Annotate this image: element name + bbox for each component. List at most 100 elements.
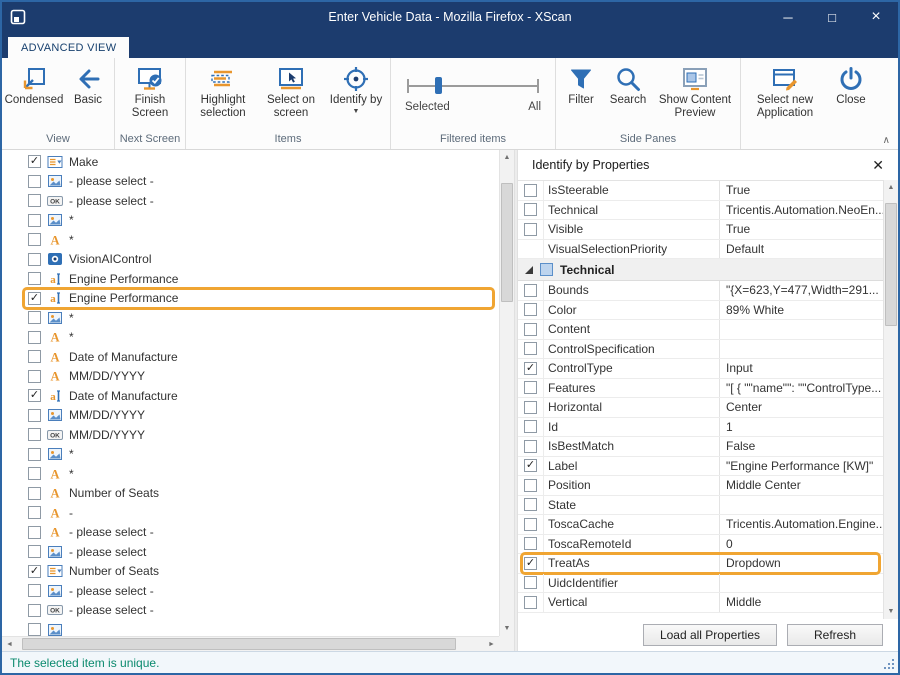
tree-item[interactable]: MM/DD/YYYY <box>2 406 499 426</box>
property-checkbox[interactable]: ✓ <box>524 362 537 375</box>
item-checkbox[interactable] <box>28 175 41 188</box>
tree-item[interactable]: A* <box>2 230 499 250</box>
item-checkbox[interactable] <box>28 331 41 344</box>
property-checkbox[interactable] <box>524 223 537 236</box>
property-value[interactable]: True <box>720 222 883 236</box>
finish-screen-button[interactable]: Finish Screen <box>117 60 183 132</box>
property-group-header[interactable]: Technical <box>518 259 883 281</box>
property-row[interactable]: IsSteerableTrue <box>518 181 883 201</box>
condensed-button[interactable]: Condensed <box>4 60 64 132</box>
property-checkbox[interactable] <box>524 596 537 609</box>
property-checkbox[interactable] <box>524 203 537 216</box>
item-checkbox[interactable]: ✓ <box>28 565 41 578</box>
item-checkbox[interactable] <box>28 584 41 597</box>
property-row[interactable]: ✓Label"Engine Performance [KW]" <box>518 457 883 477</box>
property-value[interactable]: "[ { ""name"": ""ControlType... <box>720 381 883 395</box>
property-row[interactable]: ✓ControlTypeInput <box>518 359 883 379</box>
item-checkbox[interactable] <box>28 545 41 558</box>
property-checkbox[interactable] <box>524 576 537 589</box>
tree-item[interactable]: OKMM/DD/YYYY <box>2 425 499 445</box>
property-checkbox[interactable] <box>524 537 537 550</box>
close-button[interactable]: × <box>854 2 898 32</box>
scroll-thumb[interactable] <box>22 638 456 650</box>
property-checkbox[interactable] <box>524 420 537 433</box>
property-value[interactable]: Tricentis.Automation.NeoEn... <box>720 203 883 217</box>
property-checkbox[interactable] <box>524 381 537 394</box>
item-checkbox[interactable] <box>28 506 41 519</box>
scroll-thumb[interactable] <box>885 203 897 326</box>
item-checkbox[interactable]: ✓ <box>28 292 41 305</box>
property-checkbox[interactable] <box>524 479 537 492</box>
tree-item[interactable]: OK- please select - <box>2 601 499 621</box>
properties-vertical-scrollbar[interactable]: ▲ ▼ <box>883 180 898 619</box>
tree-item[interactable]: * <box>2 211 499 231</box>
tree-item[interactable]: - please select - <box>2 172 499 192</box>
property-row[interactable]: ToscaCacheTricentis.Automation.Engine... <box>518 515 883 535</box>
tab-advanced-view[interactable]: ADVANCED VIEW <box>8 37 129 58</box>
basic-button[interactable]: Basic <box>64 60 112 132</box>
property-value[interactable]: 89% White <box>720 303 883 317</box>
property-checkbox[interactable] <box>524 518 537 531</box>
slider-handle[interactable] <box>435 77 442 94</box>
minimize-button[interactable]: ─ <box>766 2 810 32</box>
tree-item[interactable]: ADate of Manufacture <box>2 347 499 367</box>
item-checkbox[interactable] <box>28 623 41 636</box>
tree-item[interactable]: - please select <box>2 542 499 562</box>
item-checkbox[interactable] <box>28 311 41 324</box>
filter-button[interactable]: Filter <box>558 60 604 132</box>
property-row[interactable]: Features"[ { ""name"": ""ControlType... <box>518 379 883 399</box>
scroll-up-icon[interactable]: ▲ <box>500 150 514 165</box>
scroll-down-icon[interactable]: ▼ <box>500 621 514 636</box>
property-value[interactable]: False <box>720 439 883 453</box>
item-checkbox[interactable]: ✓ <box>28 155 41 168</box>
show-content-preview-button[interactable]: Show Content Preview <box>652 60 738 132</box>
tree-item[interactable]: A* <box>2 464 499 484</box>
property-row[interactable]: Color89% White <box>518 301 883 321</box>
tree-item[interactable]: VisionAIControl <box>2 250 499 270</box>
load-all-properties-button[interactable]: Load all Properties <box>643 624 777 646</box>
item-checkbox[interactable] <box>28 448 41 461</box>
scroll-up-icon[interactable]: ▲ <box>884 180 898 195</box>
item-checkbox[interactable]: ✓ <box>28 389 41 402</box>
property-checkbox[interactable]: ✓ <box>524 459 537 472</box>
property-value[interactable]: 1 <box>720 420 883 434</box>
scroll-track[interactable] <box>500 165 514 621</box>
tree-item[interactable]: OK- please select - <box>2 191 499 211</box>
tree-item[interactable]: A* <box>2 328 499 348</box>
identify-by-button[interactable]: Identify by ▼ <box>324 60 388 132</box>
item-checkbox[interactable] <box>28 409 41 422</box>
item-checkbox[interactable] <box>28 272 41 285</box>
scroll-left-icon[interactable]: ◄ <box>2 637 17 651</box>
slider-track[interactable] <box>407 85 539 87</box>
property-row[interactable]: Content <box>518 320 883 340</box>
property-checkbox[interactable]: ✓ <box>524 557 537 570</box>
property-row[interactable]: UidcIdentifier <box>518 574 883 594</box>
item-checkbox[interactable] <box>28 253 41 266</box>
property-row[interactable]: HorizontalCenter <box>518 398 883 418</box>
tree-item[interactable]: A- <box>2 503 499 523</box>
property-row[interactable]: TechnicalTricentis.Automation.NeoEn... <box>518 201 883 221</box>
property-row[interactable]: ControlSpecification <box>518 340 883 360</box>
tree-item[interactable]: * <box>2 308 499 328</box>
property-row[interactable]: IsBestMatchFalse <box>518 437 883 457</box>
item-checkbox[interactable] <box>28 487 41 500</box>
property-row[interactable]: ToscaRemoteId0 <box>518 535 883 555</box>
tree-item[interactable]: ✓Number of Seats <box>2 562 499 582</box>
item-checkbox[interactable] <box>28 526 41 539</box>
property-row[interactable]: VerticalMiddle <box>518 593 883 613</box>
tree-horizontal-scrollbar[interactable]: ◄ ► <box>2 636 499 651</box>
maximize-button[interactable]: □ <box>810 2 854 32</box>
refresh-button[interactable]: Refresh <box>787 624 883 646</box>
ribbon-collapse-chevron[interactable]: ∧ <box>883 135 890 146</box>
property-checkbox[interactable] <box>524 498 537 511</box>
property-value[interactable]: Middle Center <box>720 478 883 492</box>
scroll-track[interactable] <box>884 195 898 604</box>
property-checkbox[interactable] <box>524 440 537 453</box>
property-checkbox[interactable] <box>524 401 537 414</box>
property-value[interactable]: 0 <box>720 537 883 551</box>
select-new-application-button[interactable]: Select new Application <box>743 60 827 132</box>
scroll-thumb[interactable] <box>501 183 513 302</box>
scroll-down-icon[interactable]: ▼ <box>884 604 898 619</box>
close-scan-button[interactable]: Close <box>827 60 875 132</box>
item-checkbox[interactable] <box>28 350 41 363</box>
